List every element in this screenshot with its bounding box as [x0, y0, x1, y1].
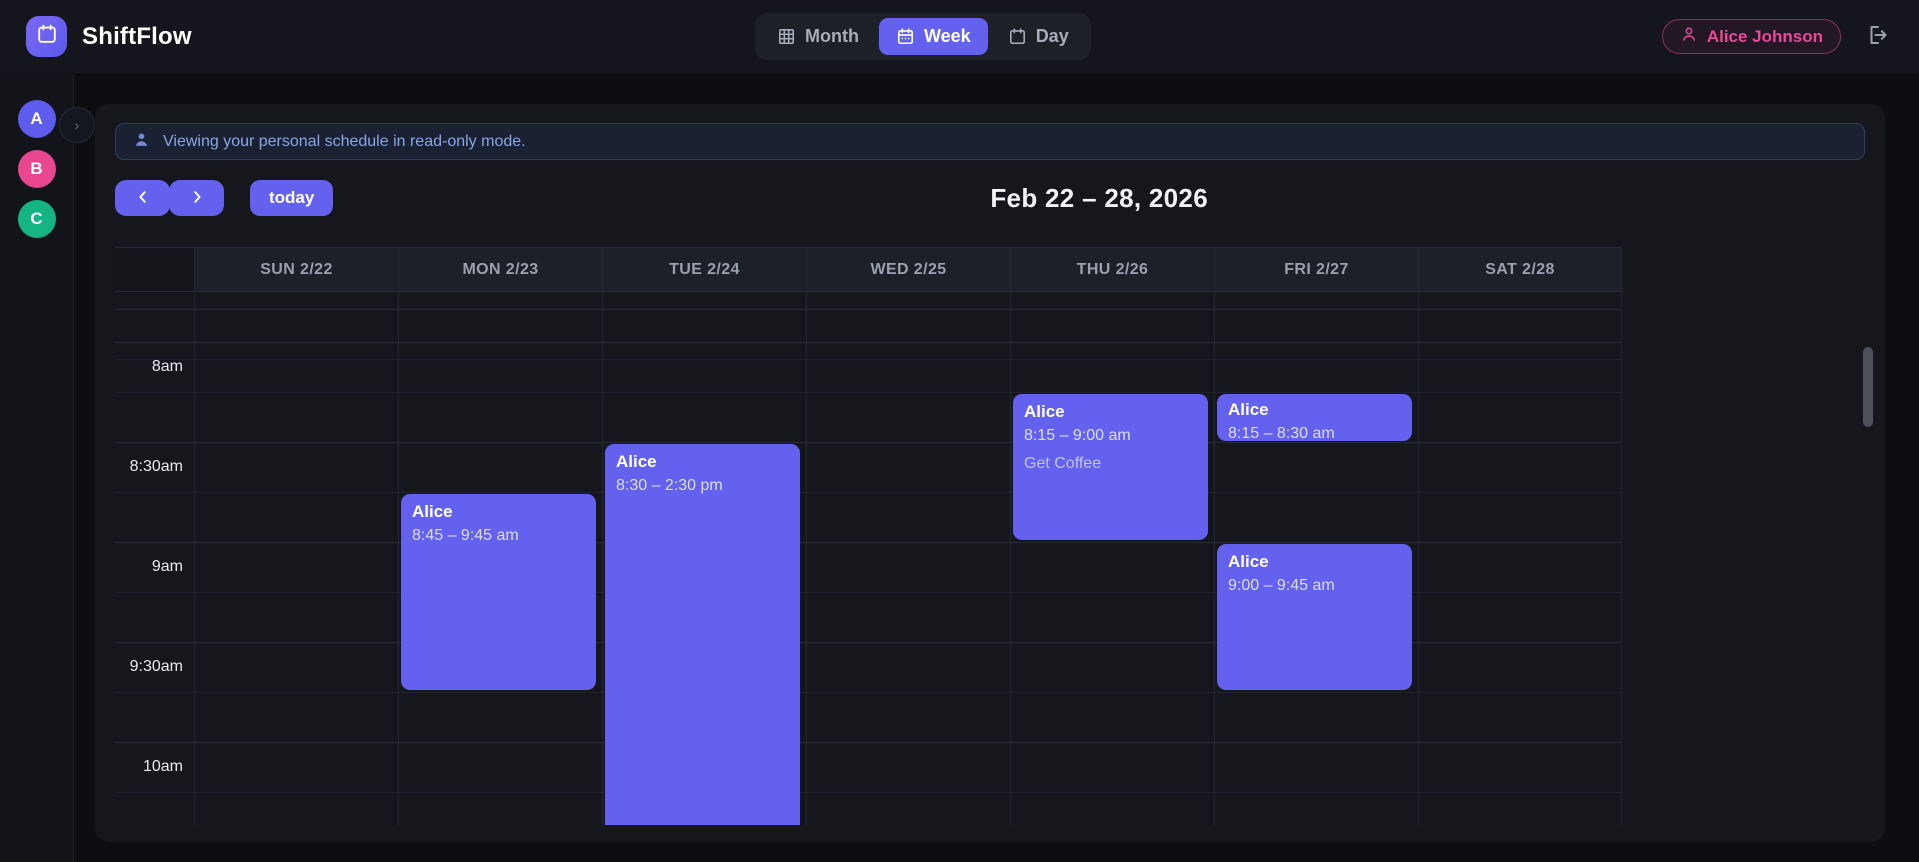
tab-day[interactable]: Day — [991, 18, 1086, 55]
calendar-toolbar: today Feb 22 – 28, 2026 — [115, 180, 1865, 216]
event-mon-845[interactable]: Alice 8:45 – 9:45 am — [401, 494, 596, 690]
event-title: Alice — [1228, 552, 1269, 571]
time-gutter-header — [115, 248, 194, 291]
column-divider — [194, 292, 398, 825]
next-week-button[interactable] — [169, 180, 224, 216]
time-label-10am: 10am — [142, 758, 183, 775]
day-header-sun: SUN 2/22 — [194, 248, 398, 291]
tab-month-label: Month — [805, 26, 859, 46]
prev-week-button[interactable] — [115, 180, 170, 216]
event-title: Alice — [1024, 402, 1065, 421]
logout-button[interactable] — [1865, 23, 1889, 50]
avatar-c[interactable]: C — [17, 200, 56, 238]
column-divider — [806, 292, 1010, 825]
chevron-right-icon: › — [74, 117, 80, 133]
app-title: ShiftFlow — [82, 22, 192, 50]
event-title: Alice — [1228, 400, 1269, 419]
event-time: 8:15 – 8:30 am — [1228, 425, 1335, 441]
column-divider — [1010, 292, 1214, 825]
brand: ShiftFlow — [26, 16, 192, 57]
week-range-title: Feb 22 – 28, 2026 — [990, 182, 1208, 213]
column-divider — [1418, 292, 1622, 825]
event-title: Alice — [616, 452, 657, 471]
event-thu-815[interactable]: Alice 8:15 – 9:00 am Get Coffee — [1013, 394, 1208, 540]
tab-day-label: Day — [1035, 26, 1069, 46]
chevron-left-icon — [136, 190, 150, 207]
view-switcher: Month Week Day — [755, 13, 1091, 60]
time-label-830am: 8:30am — [129, 458, 183, 475]
time-label-930am: 9:30am — [129, 658, 183, 675]
day-header-tue: TUE 2/24 — [602, 248, 806, 291]
event-title: Alice — [412, 502, 453, 521]
day-header-mon: MON 2/23 — [398, 248, 602, 291]
avatar-alice[interactable]: A — [17, 100, 56, 138]
calendar-grid-body[interactable]: 8am 8:30am 9am 9:30am 10am Alice 8:45 – … — [115, 292, 1622, 825]
readonly-banner: Viewing your personal schedule in read-o… — [115, 123, 1865, 160]
person-icon — [133, 131, 150, 153]
event-time: 8:30 – 2:30 pm — [616, 477, 723, 494]
readonly-banner-text: Viewing your personal schedule in read-o… — [163, 132, 526, 150]
logout-icon — [1865, 23, 1889, 50]
time-label-8am: 8am — [151, 358, 183, 375]
event-time: 8:45 – 9:45 am — [412, 527, 519, 544]
day-header-wed: WED 2/25 — [806, 248, 1010, 291]
tab-week-label: Week — [923, 26, 971, 46]
today-button[interactable]: today — [250, 180, 334, 216]
calendar-day-header-row: SUN 2/22 MON 2/23 TUE 2/24 WED 2/25 THU … — [115, 247, 1622, 292]
current-user-button[interactable]: Alice Johnson — [1661, 19, 1841, 54]
chevron-right-icon — [190, 190, 204, 207]
week-nav — [115, 180, 224, 216]
calendar-day-icon — [1008, 27, 1027, 46]
day-header-sat: SAT 2/28 — [1418, 248, 1622, 291]
top-bar: ShiftFlow Month Week Day Alice Johnson — [0, 0, 1919, 73]
tab-month[interactable]: Month — [760, 18, 876, 55]
topbar-right: Alice Johnson — [1661, 0, 1889, 73]
user-sidebar: A B C — [0, 73, 74, 862]
avatar-b[interactable]: B — [17, 150, 56, 188]
calendar-logo-icon — [36, 23, 58, 50]
schedule-panel: Viewing your personal schedule in read-o… — [95, 104, 1885, 842]
event-fri-900[interactable]: Alice 9:00 – 9:45 am — [1217, 544, 1412, 690]
event-fri-815[interactable]: Alice 8:15 – 8:30 am — [1217, 394, 1412, 441]
month-grid-icon — [777, 27, 796, 46]
vertical-scrollbar-thumb[interactable] — [1863, 347, 1873, 427]
current-user-name: Alice Johnson — [1706, 26, 1823, 46]
time-label-9am: 9am — [151, 558, 183, 575]
tab-week[interactable]: Week — [878, 18, 988, 55]
sidebar-toggle-button[interactable]: › — [59, 107, 95, 143]
event-time: 8:15 – 9:00 am — [1024, 427, 1131, 444]
app-logo — [26, 16, 67, 57]
event-description: Get Coffee — [1024, 455, 1102, 472]
week-calendar: SUN 2/22 MON 2/23 TUE 2/24 WED 2/25 THU … — [115, 247, 1622, 825]
day-header-fri: FRI 2/27 — [1214, 248, 1418, 291]
event-tue-830[interactable]: Alice 8:30 – 2:30 pm — [605, 444, 800, 825]
day-header-thu: THU 2/26 — [1010, 248, 1214, 291]
user-icon — [1680, 25, 1698, 48]
event-time: 9:00 – 9:45 am — [1228, 577, 1335, 594]
calendar-week-icon — [896, 27, 915, 46]
